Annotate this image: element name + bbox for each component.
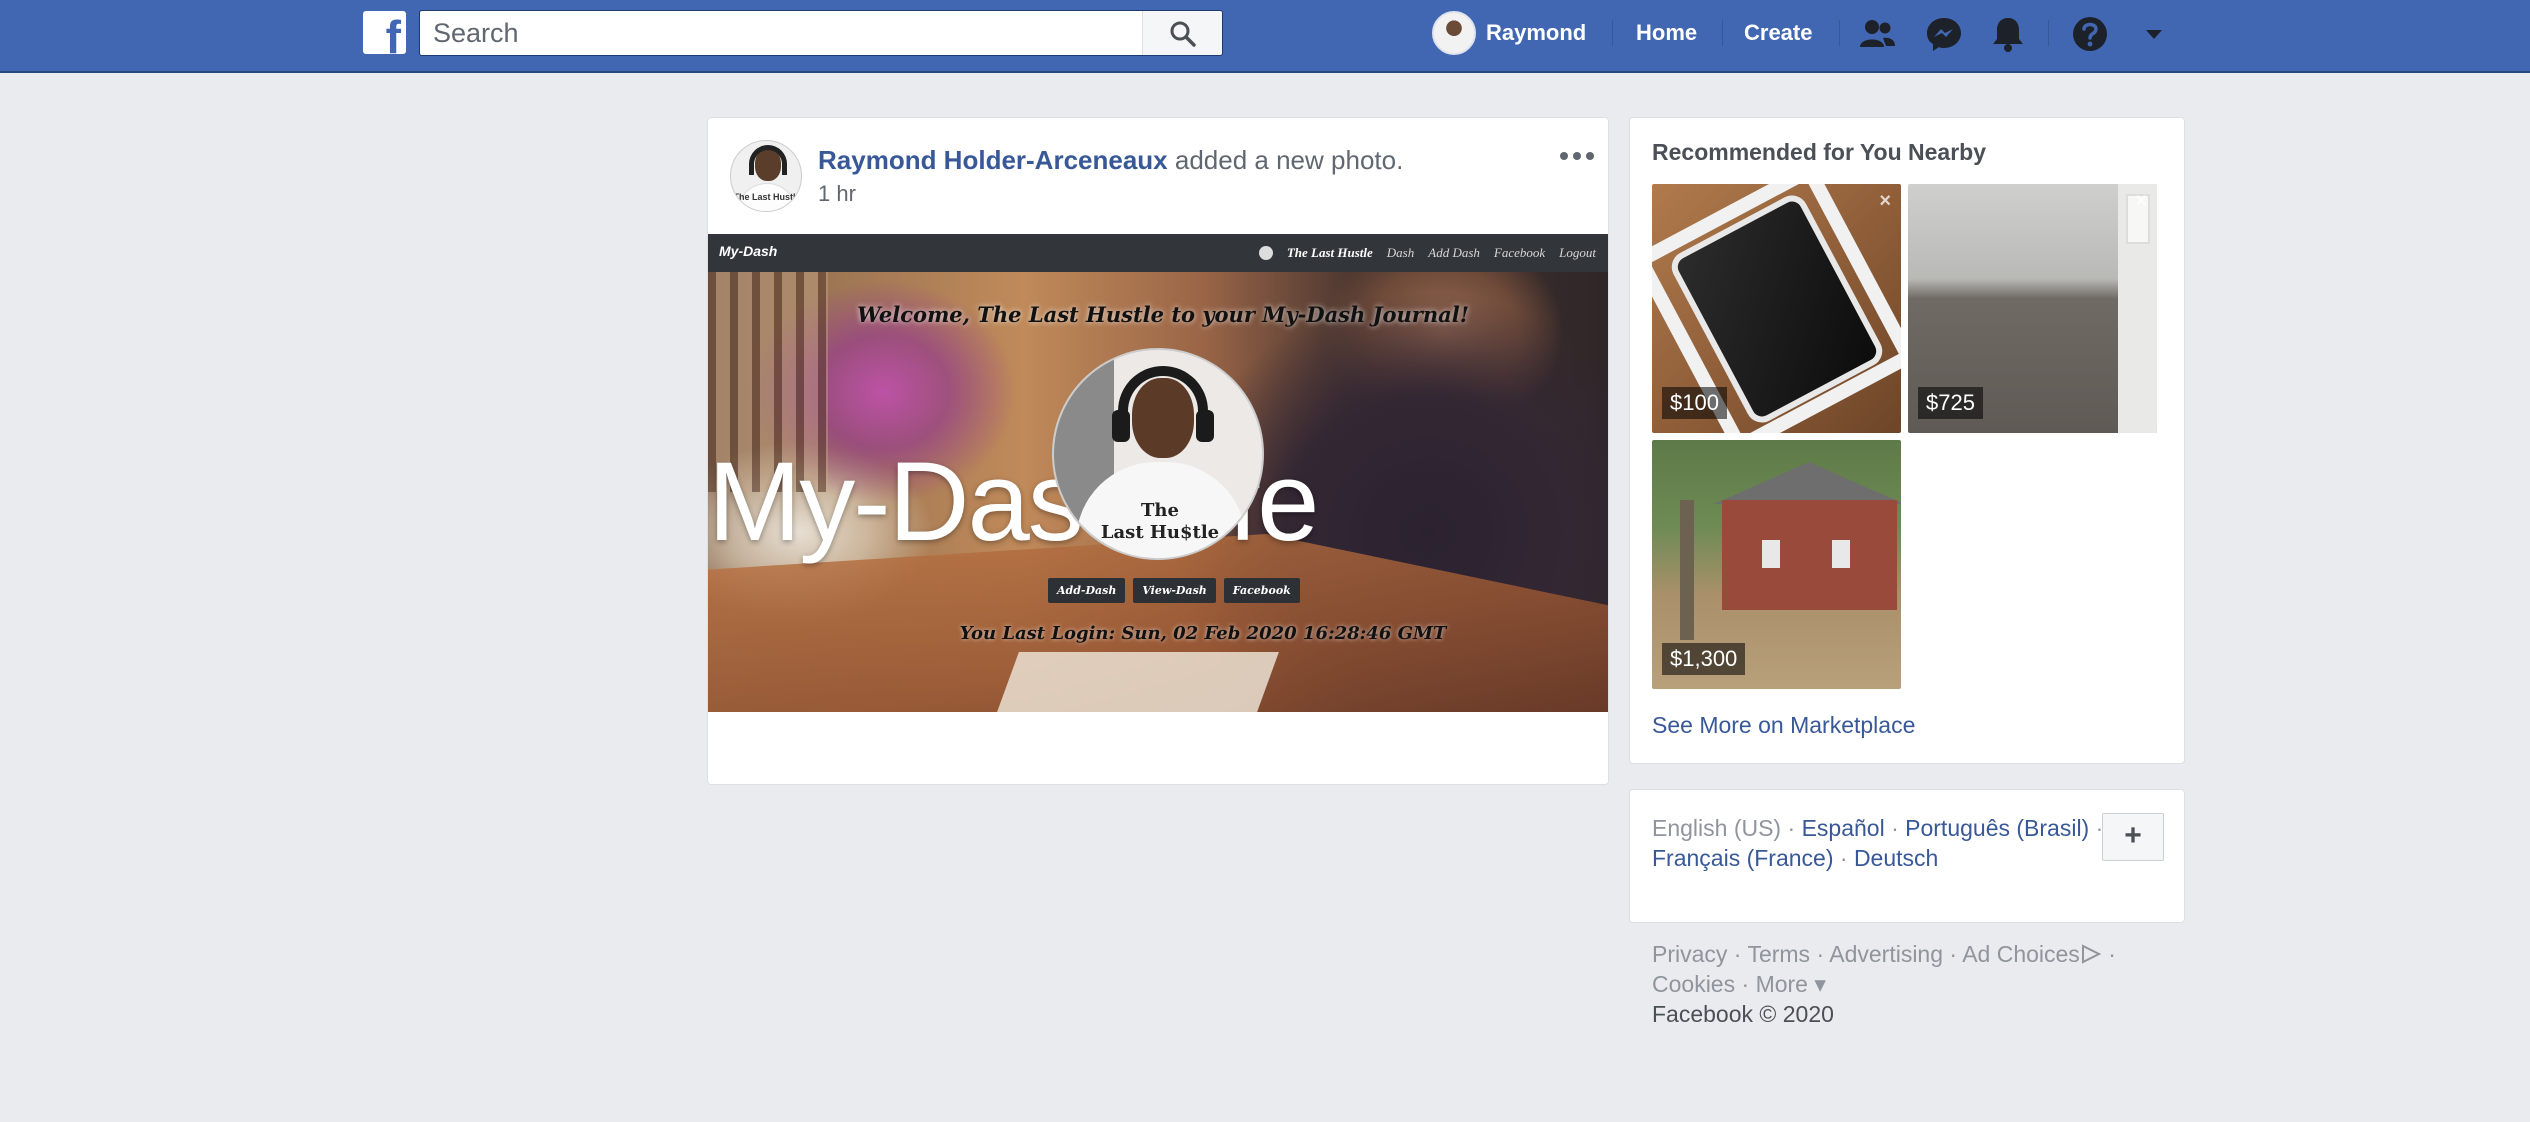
language-link[interactable]: Deutsch: [1854, 845, 1938, 871]
circle-headphones: [1118, 366, 1208, 436]
recommendations-title: Recommended for You Nearby: [1652, 139, 1987, 165]
photo-site-buttons: Add-Dash View-Dash Facebook: [1048, 578, 1300, 603]
item-photo-window: [1762, 540, 1780, 568]
marketplace-item[interactable]: × $100: [1652, 184, 1901, 433]
dot: [1560, 152, 1568, 160]
photo-site-nav: The Last Hustle Dash Add Dash Facebook L…: [1258, 245, 1596, 261]
post-author-avatar[interactable]: The Last Hustle: [730, 140, 802, 212]
post-header: Raymond Holder-Arceneaux added a new pho…: [818, 145, 1403, 176]
item-photo-window: [1832, 540, 1850, 568]
footer-link[interactable]: Advertising: [1829, 941, 1943, 967]
photo-site-nav-item: The Last Hustle: [1286, 245, 1373, 260]
photo-welcome-text: Welcome, The Last Hustle to your My-Dash…: [857, 302, 1469, 327]
page-footer: Privacy · Terms · Advertising · Ad Choic…: [1652, 941, 2116, 1027]
footer-link[interactable]: Cookies: [1652, 971, 1735, 997]
photo-last-login-text: You Last Login: Sun, 02 Feb 2020 16:28:4…: [959, 623, 1447, 644]
photo-site-nav-item: Add Dash: [1428, 245, 1480, 260]
facebook-logo-letter: f: [385, 11, 401, 54]
marketplace-item[interactable]: × $725: [1908, 184, 2157, 433]
nav-divider: [1839, 20, 1840, 46]
ad-choices-icon[interactable]: [2080, 944, 2102, 964]
dot: [1586, 152, 1594, 160]
see-more-marketplace-link[interactable]: See More on Marketplace: [1652, 712, 1915, 739]
avatar-shirt-text: The Last Hustle: [733, 192, 801, 202]
photo-site-nav-item: Facebook: [1493, 245, 1546, 260]
close-icon[interactable]: ×: [1879, 190, 1891, 213]
photo-site-brand: My-Dash: [719, 243, 778, 259]
circle-shirt-text: The Last Hu$tle: [1054, 500, 1262, 544]
top-navigation-bar: f Raymond Home Create: [0, 0, 2530, 73]
news-feed-post: The Last Hustle Raymond Holder-Arceneaux…: [707, 117, 1609, 785]
item-price: $725: [1918, 387, 1983, 419]
language-list: English (US) · Español · Português (Bras…: [1652, 815, 2104, 871]
messenger-icon[interactable]: [1924, 14, 1964, 54]
photo-site-nav-item: Dash: [1386, 245, 1415, 260]
photo-site-button: View-Dash: [1133, 578, 1216, 603]
circle-shirt-line: The: [1141, 500, 1179, 521]
photo-hero-left: My-Das: [708, 439, 1084, 564]
create-link[interactable]: Create: [1744, 20, 1812, 46]
account-menu-icon[interactable]: [2134, 14, 2174, 54]
current-language: English (US): [1652, 815, 1782, 841]
search-icon: [1170, 21, 1196, 47]
marketplace-item[interactable]: $1,300: [1652, 440, 1901, 689]
search-input[interactable]: [420, 11, 1140, 55]
search-button[interactable]: [1142, 11, 1222, 55]
dot: [1573, 152, 1581, 160]
avatar-headphones: [749, 145, 787, 175]
nav-divider: [2048, 20, 2049, 46]
avatar: [1432, 11, 1476, 55]
post-options-button[interactable]: [1560, 144, 1596, 164]
add-language-button[interactable]: +: [2102, 813, 2164, 861]
footer-link[interactable]: More: [1756, 971, 1808, 997]
circle-earcup: [1112, 410, 1130, 442]
photo-site-nav-item: Logout: [1559, 245, 1596, 260]
item-price: $100: [1662, 387, 1727, 419]
photo-site-navbar: My-Dash The Last Hustle Dash Add Dash Fa…: [708, 234, 1608, 272]
language-selector: English (US) · Español · Português (Bras…: [1629, 789, 2185, 923]
marketplace-recommendations: Recommended for You Nearby × $100 × $725…: [1629, 117, 2185, 764]
home-link[interactable]: Home: [1636, 20, 1697, 46]
language-link[interactable]: Français (France): [1652, 845, 1833, 871]
post-timestamp[interactable]: 1 hr: [818, 181, 856, 207]
footer-link[interactable]: Ad Choices: [1962, 941, 2080, 967]
post-author-link[interactable]: Raymond Holder-Arceneaux: [818, 145, 1168, 175]
item-photo-house: [1722, 500, 1897, 610]
item-photo-roof: [1714, 462, 1901, 504]
profile-link[interactable]: Raymond: [1432, 10, 1586, 56]
photo-site-button: Add-Dash: [1048, 578, 1126, 603]
circle-shirt-line: Last Hu$tle: [1100, 522, 1220, 543]
copyright-text: Facebook © 2020: [1652, 1001, 1834, 1027]
friend-requests-icon[interactable]: [1857, 14, 1897, 54]
photo-site-button: Facebook: [1223, 578, 1300, 603]
language-link[interactable]: Português (Brasil): [1905, 815, 2089, 841]
post-action-text: added a new photo.: [1174, 145, 1404, 175]
nav-divider: [1612, 20, 1613, 46]
photo-paper: [997, 652, 1279, 712]
footer-link[interactable]: Privacy: [1652, 941, 1727, 967]
nav-divider: [1722, 20, 1723, 46]
footer-link[interactable]: Terms: [1747, 941, 1810, 967]
photo-site-avatar-icon: [1258, 246, 1273, 260]
search-box: [419, 10, 1223, 56]
photo-profile-circle: The Last Hu$tle: [1052, 348, 1264, 560]
facebook-logo[interactable]: f: [363, 11, 406, 54]
circle-earcup: [1196, 410, 1214, 442]
profile-name: Raymond: [1486, 20, 1587, 45]
notifications-icon[interactable]: [1988, 14, 2028, 54]
more-dropdown-icon[interactable]: ▾: [1808, 971, 1826, 997]
photo-hero-title: My-Das fe: [708, 437, 1319, 566]
item-photo-tree: [1680, 500, 1694, 640]
close-icon[interactable]: ×: [2135, 190, 2147, 213]
help-icon[interactable]: [2070, 14, 2110, 54]
item-price: $1,300: [1662, 643, 1746, 675]
post-photo[interactable]: My-Dash The Last Hustle Dash Add Dash Fa…: [708, 234, 1608, 712]
language-link[interactable]: Español: [1802, 815, 1885, 841]
